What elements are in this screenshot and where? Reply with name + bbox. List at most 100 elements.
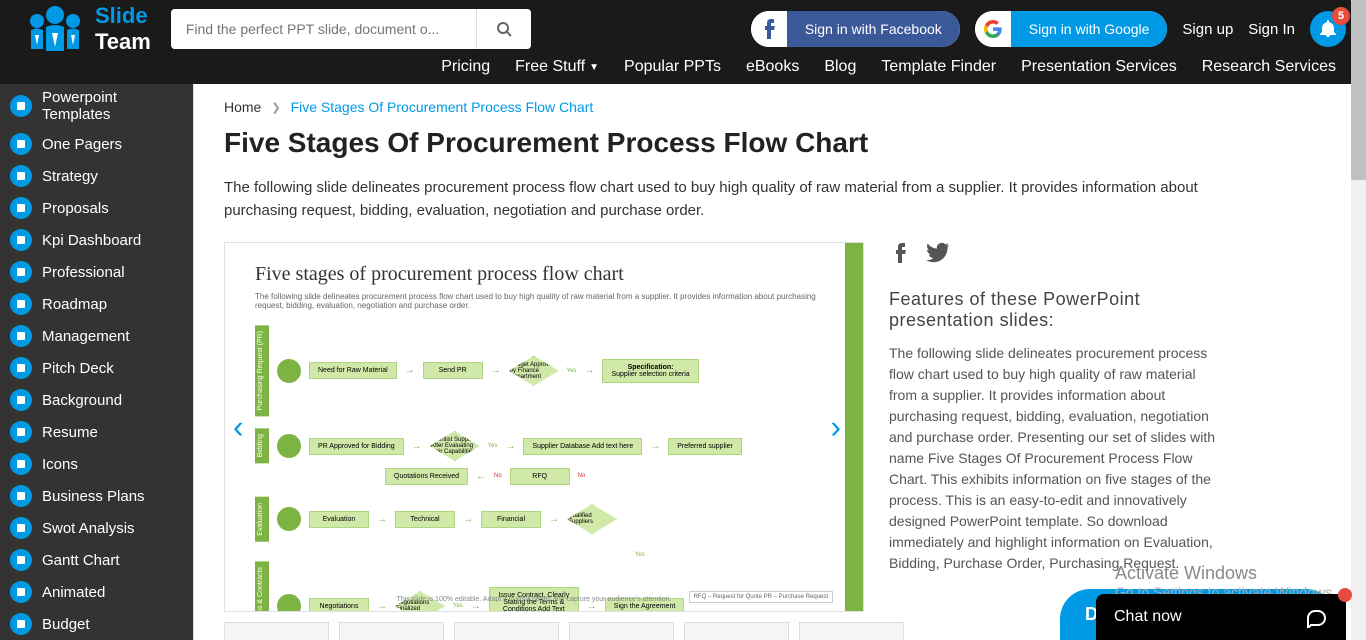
sidebar-item-professional[interactable]: Professional: [0, 256, 193, 288]
facebook-signin-button[interactable]: Sign in with Facebook: [751, 11, 960, 47]
sidebar-item-label: Strategy: [42, 168, 98, 185]
sidebar-item-label: One Pagers: [42, 136, 122, 153]
nav-template-finder[interactable]: Template Finder: [881, 58, 996, 76]
sidebar-item-pitch-deck[interactable]: Pitch Deck: [0, 352, 193, 384]
sidebar-item-swot-analysis[interactable]: Swot Analysis: [0, 512, 193, 544]
arrow-icon: →: [584, 365, 594, 376]
auth-section: Sign in with Facebook Sign in with Googl…: [751, 11, 1346, 47]
product-row: ‹ › Five stages of procurement process f…: [224, 242, 1336, 612]
sidebar-item-powerpoint-templates[interactable]: Powerpoint Templates: [0, 84, 193, 128]
arrow-icon: →: [405, 365, 415, 376]
sidebar-item-label: Gantt Chart: [42, 552, 120, 569]
features-title: Features of these PowerPoint presentatio…: [889, 289, 1219, 331]
features-description: The following slide delineates procureme…: [889, 343, 1219, 574]
sidebar-item-business-plans[interactable]: Business Plans: [0, 480, 193, 512]
slide-preview: ‹ › Five stages of procurement process f…: [224, 242, 864, 612]
logo-text-top: Slide: [95, 3, 151, 29]
stage-icon-2: [277, 434, 301, 458]
breadcrumb-current[interactable]: Five Stages Of Procurement Process Flow …: [291, 99, 594, 115]
sidebar-item-label: Pitch Deck: [42, 360, 114, 377]
notification-bell[interactable]: 5: [1310, 11, 1346, 47]
sidebar-icon: [10, 197, 32, 219]
sidebar-item-budget[interactable]: Budget: [0, 608, 193, 640]
header-nav: Pricing Free Stuff▼ Popular PPTs eBooks …: [0, 50, 1366, 84]
flow-box: PR Approved for Bidding: [309, 438, 404, 455]
signup-link[interactable]: Sign up: [1182, 21, 1233, 38]
sidebar-item-animated[interactable]: Animated: [0, 576, 193, 608]
chat-badge: [1338, 588, 1352, 602]
sidebar-item-one-pagers[interactable]: One Pagers: [0, 128, 193, 160]
sidebar-item-label: Roadmap: [42, 296, 107, 313]
sidebar: Powerpoint Templates One Pagers Strategy Pr…: [0, 84, 194, 640]
twitter-share-icon[interactable]: [926, 242, 950, 269]
sidebar-icon: [10, 357, 32, 379]
page-title: Five Stages Of Procurement Process Flow …: [224, 127, 1336, 159]
sidebar-icon: [10, 389, 32, 411]
logo[interactable]: Slide Team: [20, 3, 151, 55]
flow-box: Preferred supplier: [668, 438, 742, 455]
sidebar-icon: [10, 549, 32, 571]
breadcrumb-home[interactable]: Home: [224, 99, 261, 115]
flow-box: Financial: [481, 511, 541, 528]
sidebar-item-background[interactable]: Background: [0, 384, 193, 416]
search-input[interactable]: [171, 9, 476, 49]
nav-pricing[interactable]: Pricing: [441, 58, 490, 76]
sidebar-item-strategy[interactable]: Strategy: [0, 160, 193, 192]
slide-inner: Five stages of procurement process flow …: [225, 243, 863, 612]
flow-yes: Yes: [567, 368, 577, 374]
nav-research-services[interactable]: Research Services: [1202, 58, 1336, 76]
flow-stage-3: Evaluation Evaluation → Technical → Fina…: [255, 497, 833, 542]
sidebar-item-proposals[interactable]: Proposals: [0, 192, 193, 224]
sidebar-icon: [10, 261, 32, 283]
flow-box: Evaluation: [309, 511, 369, 528]
sidebar-icon: [10, 133, 32, 155]
page-description: The following slide delineates procureme…: [224, 177, 1209, 222]
scrollbar-thumb[interactable]: [1351, 0, 1366, 180]
stage-label-1: Purchasing Request (PR): [255, 325, 269, 416]
arrow-icon: →: [650, 441, 660, 452]
sidebar-item-gantt-chart[interactable]: Gantt Chart: [0, 544, 193, 576]
google-signin-label: Sign in with Google: [1011, 11, 1168, 47]
stage-icon-3: [277, 507, 301, 531]
carousel-prev-button[interactable]: ‹: [233, 409, 244, 446]
facebook-share-icon[interactable]: [889, 242, 911, 269]
nav-blog[interactable]: Blog: [824, 58, 856, 76]
thumbnail[interactable]: [224, 622, 329, 640]
sidebar-icon: [10, 229, 32, 251]
sidebar-item-icons[interactable]: Icons: [0, 448, 193, 480]
flow-box: RFQ: [510, 468, 570, 485]
stage-icon-1: [277, 359, 301, 383]
nav-presentation-services[interactable]: Presentation Services: [1021, 58, 1177, 76]
search-button[interactable]: [476, 9, 531, 49]
facebook-icon: [751, 11, 787, 47]
flow-diamond: Shortlist Supplier After Evaluating thei…: [430, 431, 480, 461]
chat-label: Chat now: [1114, 608, 1182, 626]
caret-down-icon: ▼: [589, 62, 599, 73]
google-signin-button[interactable]: Sign in with Google: [975, 11, 1168, 47]
nav-freestuff[interactable]: Free Stuff▼: [515, 58, 599, 76]
scrollbar[interactable]: [1351, 0, 1366, 640]
social-share: [889, 242, 1219, 269]
sidebar-item-resume[interactable]: Resume: [0, 416, 193, 448]
nav-popular-ppts[interactable]: Popular PPTs: [624, 58, 721, 76]
chat-widget[interactable]: Chat now: [1096, 594, 1346, 640]
flow-no: No: [578, 473, 586, 479]
thumbnail[interactable]: [454, 622, 559, 640]
nav-ebooks[interactable]: eBooks: [746, 58, 799, 76]
sidebar-item-roadmap[interactable]: Roadmap: [0, 288, 193, 320]
carousel-next-button[interactable]: ›: [830, 409, 841, 446]
thumbnail[interactable]: [684, 622, 789, 640]
signin-link[interactable]: Sign In: [1248, 21, 1295, 38]
thumbnail[interactable]: [799, 622, 904, 640]
stage-label-4: Negotiations & Contracts: [255, 561, 269, 612]
arrow-icon: ←: [476, 471, 486, 482]
thumbnail[interactable]: [569, 622, 674, 640]
flow-box: Send PR: [423, 362, 483, 379]
thumbnail[interactable]: [339, 622, 444, 640]
sidebar-item-kpi-dashboard[interactable]: Kpi Dashboard: [0, 224, 193, 256]
sidebar-item-management[interactable]: Management: [0, 320, 193, 352]
sidebar-item-label: Professional: [42, 264, 125, 281]
arrow-icon: →: [505, 441, 515, 452]
flow-box: Quotations Received: [385, 468, 468, 485]
header-top: Slide Team Sign in with Facebook Sign in: [0, 0, 1366, 50]
